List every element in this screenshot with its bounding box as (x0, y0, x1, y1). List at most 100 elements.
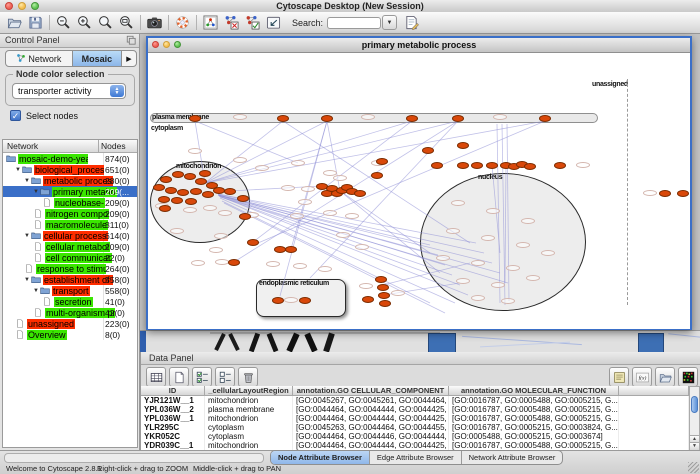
table-row[interactable]: YKR052Ccytoplasm[GO:0044464, GO:0044446,… (141, 432, 689, 441)
graph-node[interactable] (371, 172, 383, 179)
table-scrollbar[interactable]: ▲ ▼ (689, 386, 700, 450)
tab-node-attribute-browser[interactable]: Node Attribute Browser (271, 451, 370, 464)
tree-row[interactable]: ▼cellular process614(0) (3, 230, 137, 241)
graph-node[interactable] (471, 162, 483, 169)
graph-edge[interactable] (497, 124, 500, 303)
float-panel-icon[interactable] (126, 35, 136, 49)
tree-row[interactable]: ▼establishment of lo558(0) (3, 274, 137, 285)
tab-overflow-button[interactable]: ▶ (122, 51, 136, 66)
table-row[interactable]: YJR121W__1mitochondrion[GO:0045267, GO:0… (141, 396, 689, 405)
delete-icon[interactable] (238, 367, 258, 387)
resize-grip[interactable] (688, 462, 699, 473)
tree-expander-icon[interactable]: ▼ (33, 288, 40, 294)
edit-edges-icon[interactable] (242, 14, 263, 32)
graph-node[interactable] (354, 190, 366, 197)
graph-edge[interactable] (219, 196, 468, 295)
table-select-icon[interactable] (146, 367, 166, 387)
graph-edge[interactable] (340, 191, 430, 253)
graph-node[interactable] (228, 259, 240, 266)
graph-node[interactable] (452, 115, 464, 122)
save-icon[interactable] (25, 14, 46, 32)
graph-node[interactable] (524, 163, 536, 170)
select-nodes-checkbox[interactable]: ✓ (10, 110, 21, 121)
network-view-titlebar[interactable]: primary metabolic process (148, 38, 690, 53)
new-attribute-icon[interactable] (169, 367, 189, 387)
graph-node[interactable] (377, 284, 389, 291)
column-header[interactable] (619, 386, 689, 396)
graph-node[interactable] (299, 297, 311, 304)
graph-node[interactable] (199, 170, 211, 177)
graph-edge[interactable] (502, 124, 505, 305)
graph-node[interactable] (239, 213, 251, 220)
import-icon[interactable] (263, 14, 284, 32)
tree-expander-icon[interactable]: ▼ (15, 167, 22, 173)
tree-row[interactable]: mosaic-demo-yeast874(0) (3, 153, 137, 164)
tree-row[interactable]: cell communicat22(0) (3, 252, 137, 263)
clear-selection-icon[interactable] (215, 367, 235, 387)
graph-node[interactable] (378, 292, 390, 299)
table-row[interactable]: YDR039C__1mitochondrion[GO:0044464, GO:0… (141, 441, 689, 450)
node-color-dropdown[interactable]: transporter activity ▲▼ (12, 83, 126, 99)
graph-node[interactable] (237, 195, 249, 202)
tree-row[interactable]: nucleobase-209(0) (3, 197, 137, 208)
zoom-selected-icon[interactable] (116, 14, 137, 32)
tree-expander-icon[interactable]: ▼ (24, 277, 31, 283)
graph-node[interactable] (321, 115, 333, 122)
tab-edge-attribute-browser[interactable]: Edge Attribute Browser (370, 451, 462, 464)
column-header[interactable]: annotation.GO CELLULAR_COMPONENT (293, 386, 449, 396)
matrix-icon[interactable] (678, 367, 698, 387)
graph-node[interactable] (375, 276, 387, 283)
tree-expander-icon[interactable]: ▼ (24, 233, 31, 239)
graph-node[interactable] (554, 162, 566, 169)
help-icon[interactable] (172, 14, 193, 32)
graph-node[interactable] (190, 188, 202, 195)
graph-node[interactable] (165, 187, 177, 194)
graph-node[interactable] (184, 173, 196, 180)
graph-node[interactable] (224, 188, 236, 195)
graph-edge[interactable] (283, 121, 470, 243)
search-dropdown-icon[interactable]: ▼ (382, 15, 397, 30)
graph-node[interactable] (171, 197, 183, 204)
graph-edge[interactable] (258, 121, 545, 243)
graph-node[interactable] (376, 158, 388, 165)
open-folder-icon[interactable] (655, 367, 675, 387)
graph-node[interactable] (362, 296, 374, 303)
graph-node[interactable] (406, 115, 418, 122)
zoom-fit-icon[interactable] (95, 14, 116, 32)
tab-network[interactable]: Network (6, 51, 72, 66)
tree-row[interactable]: ▼metabolic process280(0) (3, 175, 137, 186)
graph-node[interactable] (277, 115, 289, 122)
tab-network-attribute-browser[interactable]: Network Attribute Browser (462, 451, 563, 464)
graph-node[interactable] (422, 147, 434, 154)
search-input[interactable] (327, 17, 381, 29)
graph-node[interactable] (202, 191, 214, 198)
vizmapper-icon[interactable] (200, 14, 221, 32)
snapshot-icon[interactable] (144, 14, 165, 32)
table-row[interactable]: YLR295Ccytoplasm[GO:0045263, GO:0044464,… (141, 423, 689, 432)
graph-node[interactable] (677, 190, 689, 197)
graph-node[interactable] (172, 171, 184, 178)
graph-node[interactable] (659, 190, 671, 197)
table-row[interactable]: YPL036W__1mitochondrion[GO:0044464, GO:0… (141, 414, 689, 423)
tree-row[interactable]: ▼primary metabo209(... (3, 186, 137, 197)
graph-node[interactable] (177, 189, 189, 196)
tree-row[interactable]: ▼biological_process651(0) (3, 164, 137, 175)
tree-expander-icon[interactable]: ▼ (24, 178, 31, 184)
open-icon[interactable] (4, 14, 25, 32)
graph-node[interactable] (158, 196, 170, 203)
zoom-out-icon[interactable] (53, 14, 74, 32)
tree-row[interactable]: Overview8(0) (3, 329, 137, 340)
graph-edge[interactable] (195, 121, 298, 163)
graph-node[interactable] (159, 205, 171, 212)
formula-icon[interactable]: f(x) (632, 367, 652, 387)
notes-icon[interactable] (609, 367, 629, 387)
graph-edge[interactable] (505, 165, 506, 283)
graph-node[interactable] (431, 162, 443, 169)
select-rows-icon[interactable] (192, 367, 212, 387)
graph-node[interactable] (195, 178, 207, 185)
graph-node[interactable] (539, 115, 551, 122)
tree-expander-icon[interactable]: ▼ (33, 189, 40, 195)
column-header[interactable]: annotation.GO MOLECULAR_FUNCTION (449, 386, 619, 396)
zoom-in-icon[interactable] (74, 14, 95, 32)
tree-row[interactable]: macromolecule311(0) (3, 219, 137, 230)
